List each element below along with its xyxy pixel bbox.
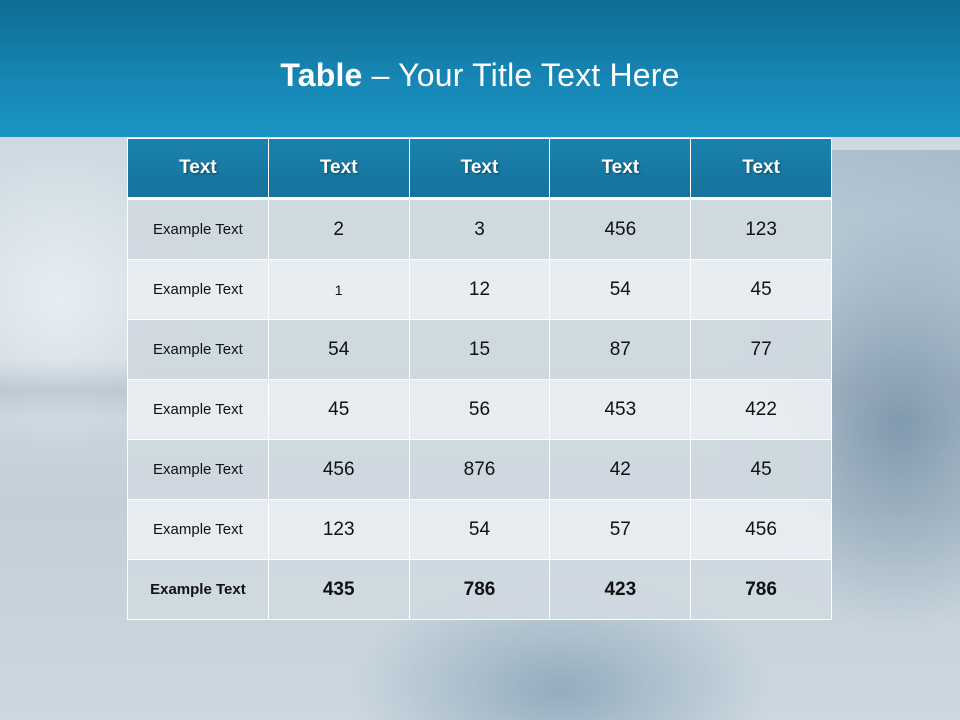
table-cell: 786 — [690, 559, 832, 620]
column-header: Text — [408, 138, 551, 200]
table-cell: 123 — [267, 499, 410, 560]
data-table-container: Text Text Text Text Text Example Text 2 … — [127, 138, 832, 620]
slide-title-bold: Table — [280, 57, 363, 93]
table-cell: 12 — [408, 259, 551, 320]
column-header: Text — [267, 138, 410, 200]
table-cell: 456 — [267, 439, 410, 500]
table-cell: 453 — [549, 379, 692, 440]
table-cell: 54 — [267, 319, 410, 380]
table-cell: 456 — [549, 198, 692, 260]
row-label-cell: Example Text — [127, 439, 269, 500]
table-cell: 45 — [690, 439, 832, 500]
table-header-row: Text Text Text Text Text — [127, 138, 832, 200]
table-cell: 45 — [690, 259, 832, 320]
row-label-cell: Example Text — [127, 499, 269, 560]
data-table: Text Text Text Text Text Example Text 2 … — [127, 138, 832, 620]
table-cell: 435 — [267, 559, 410, 620]
table-cell: 876 — [408, 439, 551, 500]
row-label-cell: Example Text — [127, 259, 269, 320]
table-cell: 15 — [408, 319, 551, 380]
table-cell: 54 — [408, 499, 551, 560]
slide-title: Table – Your Title Text Here — [280, 57, 679, 94]
column-header: Text — [549, 138, 692, 200]
table-row: Example Text 54 15 87 77 — [127, 319, 832, 380]
table-cell: 422 — [690, 379, 832, 440]
table-row: Example Text 456 876 42 45 — [127, 439, 832, 500]
table-row: Example Text 45 56 453 422 — [127, 379, 832, 440]
title-band: Table – Your Title Text Here — [0, 0, 960, 137]
column-header: Text — [127, 138, 269, 200]
table-row: Example Text 2 3 456 123 — [127, 198, 832, 260]
table-row: Example Text 1 12 54 45 — [127, 259, 832, 320]
table-cell: 2 — [267, 198, 410, 260]
slide-title-rest: – Your Title Text Here — [362, 57, 680, 93]
table-cell: 54 — [549, 259, 692, 320]
table-cell: 456 — [690, 499, 832, 560]
background-figure-shape — [830, 150, 960, 450]
table-cell: 786 — [408, 559, 551, 620]
row-label-cell: Example Text — [127, 559, 269, 620]
table-row: Example Text 123 54 57 456 — [127, 499, 832, 560]
table-cell: 77 — [690, 319, 832, 380]
table-cell: 3 — [408, 198, 551, 260]
table-cell: 1 — [267, 259, 410, 320]
table-cell: 45 — [267, 379, 410, 440]
row-label-cell: Example Text — [127, 379, 269, 440]
table-cell: 87 — [549, 319, 692, 380]
row-label-cell: Example Text — [127, 198, 269, 260]
table-cell: 57 — [549, 499, 692, 560]
table-total-row: Example Text 435 786 423 786 — [127, 559, 832, 620]
table-cell: 56 — [408, 379, 551, 440]
table-cell: 42 — [549, 439, 692, 500]
row-label-cell: Example Text — [127, 319, 269, 380]
table-cell: 423 — [549, 559, 692, 620]
column-header: Text — [690, 138, 832, 200]
table-cell: 123 — [690, 198, 832, 260]
